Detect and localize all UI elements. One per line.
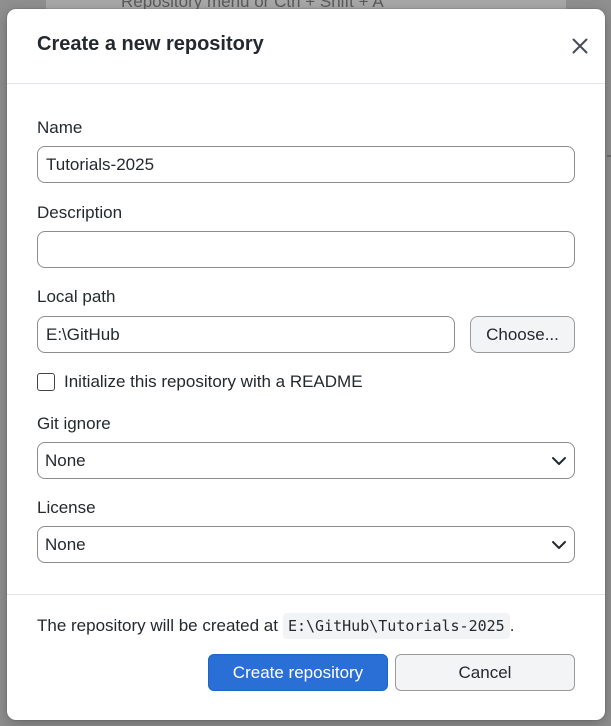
- create-repository-dialog: Create a new repository Name Description…: [7, 9, 605, 720]
- repository-path-note: The repository will be created at E:\Git…: [37, 613, 514, 639]
- dialog-title: Create a new repository: [37, 33, 264, 55]
- readme-option[interactable]: Initialize this repository with a README: [37, 371, 363, 393]
- path-note-suffix: .: [509, 616, 515, 635]
- license-label: License: [37, 498, 96, 517]
- cancel-button[interactable]: Cancel: [395, 654, 575, 691]
- chevron-down-icon: [552, 457, 566, 465]
- local-path-input[interactable]: [37, 316, 455, 353]
- git-ignore-select[interactable]: None: [37, 442, 575, 479]
- readme-checkbox-label[interactable]: Initialize this repository with a README: [64, 372, 363, 392]
- license-select[interactable]: None: [37, 526, 575, 563]
- dialog-footer: The repository will be created at E:\Git…: [7, 594, 605, 720]
- name-input[interactable]: [37, 146, 575, 183]
- dialog-header: Create a new repository: [7, 9, 605, 84]
- repository-path-code: E:\GitHub\Tutorials-2025: [282, 613, 510, 639]
- close-button[interactable]: [569, 35, 591, 57]
- description-input[interactable]: [37, 231, 575, 268]
- name-label: Name: [37, 118, 83, 137]
- local-path-label: Local path: [37, 287, 116, 306]
- close-icon: [572, 38, 588, 54]
- git-ignore-label: Git ignore: [37, 414, 111, 433]
- choose-path-button[interactable]: Choose...: [470, 316, 575, 353]
- chevron-down-icon: [552, 541, 566, 549]
- path-note-prefix: The repository will be created at: [37, 616, 278, 635]
- description-label: Description: [37, 203, 123, 222]
- readme-checkbox[interactable]: [37, 373, 55, 391]
- git-ignore-selected-value: None: [45, 451, 86, 470]
- create-repository-button[interactable]: Create repository: [208, 654, 388, 691]
- background-divider: [607, 155, 611, 157]
- license-selected-value: None: [45, 535, 86, 554]
